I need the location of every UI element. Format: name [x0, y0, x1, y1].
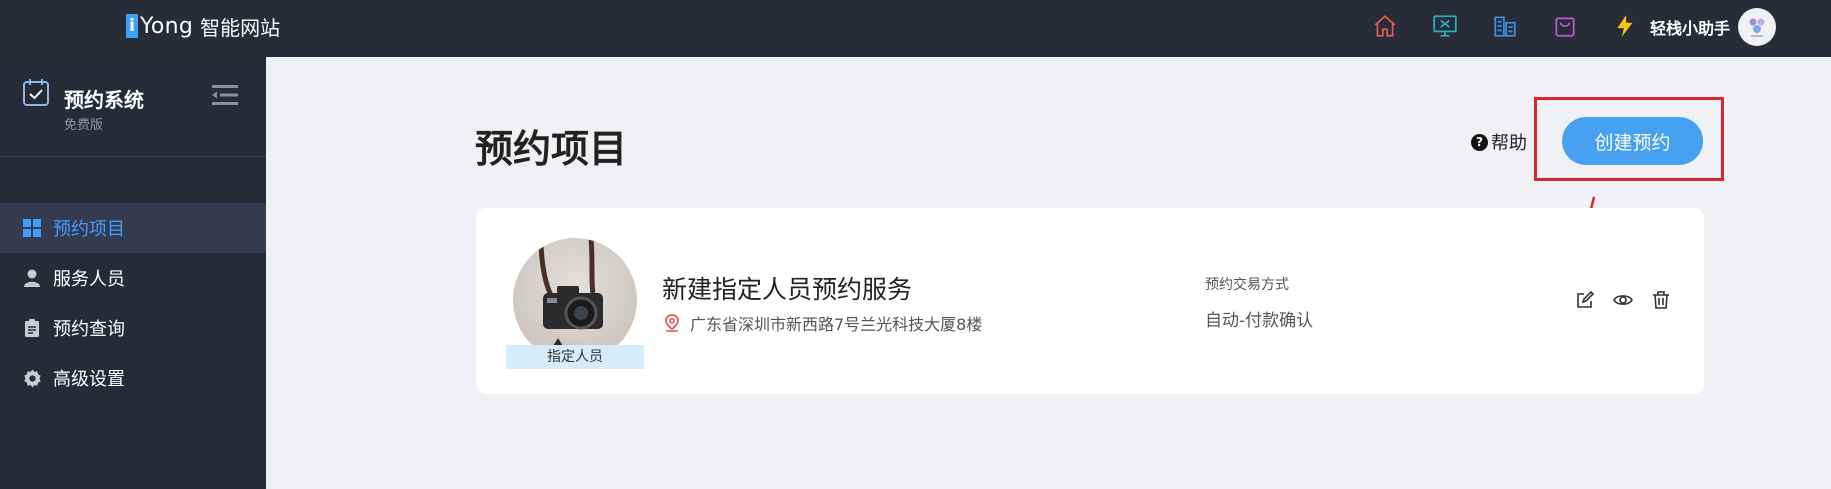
calendar-check-icon — [23, 79, 49, 106]
sidebar: 预约系统 免费版 预约项目 服务人员 预约查询 高级设置 — [0, 57, 266, 489]
card-actions — [1566, 288, 1680, 312]
sidebar-item-service-staff[interactable]: 服务人员 — [0, 253, 266, 303]
top-bar: i Yong 智能网站 轻栈小助手 — [0, 0, 1831, 57]
menu-collapse-icon[interactable] — [212, 84, 238, 106]
avatar[interactable] — [1738, 8, 1777, 46]
trade-method-value: 自动-付款确认 — [1205, 311, 1314, 331]
shopping-bag-icon[interactable] — [1535, 11, 1595, 41]
sidebar-item-advanced-settings[interactable]: 高级设置 — [0, 353, 266, 403]
site-logo[interactable]: i Yong 智能网站 — [126, 12, 280, 40]
avatar-logo-icon — [1749, 18, 1765, 37]
top-nav-icons — [1355, 11, 1655, 41]
sidebar-item-label: 预约项目 — [53, 219, 125, 240]
logo-mark: i — [126, 14, 138, 38]
monitor-icon[interactable] — [1415, 11, 1475, 41]
clipboard-icon — [22, 318, 42, 338]
service-name[interactable]: 新建指定人员预约服务 — [662, 270, 912, 306]
trash-icon[interactable] — [1642, 288, 1680, 312]
sidebar-item-label: 预约查询 — [53, 319, 125, 340]
staff-tag-badge: 指定人员 — [506, 345, 644, 369]
address-text: 广东省深圳市新西路7号兰光科技大厦8楼 — [690, 315, 983, 334]
system-edition: 免费版 — [64, 118, 104, 133]
user-name: 轻栈小助手 — [1650, 19, 1731, 38]
trade-method-label: 预约交易方式 — [1205, 277, 1289, 293]
booking-item-card[interactable]: 指定人员 新建指定人员预约服务 广东省深圳市新西路7号兰光科技大厦8楼 预约交易… — [476, 208, 1704, 394]
gear-icon — [22, 368, 42, 388]
sidebar-item-label: 高级设置 — [53, 369, 125, 390]
question-icon: ? — [1471, 133, 1488, 151]
service-photo — [513, 238, 637, 362]
grid-icon — [22, 218, 42, 238]
eye-icon[interactable] — [1604, 288, 1642, 312]
edit-icon[interactable] — [1566, 288, 1604, 312]
location-pin-icon — [665, 314, 679, 332]
home-icon[interactable] — [1355, 11, 1415, 41]
help-link[interactable]: ? 帮助 — [1471, 129, 1527, 155]
system-title: 预约系统 — [64, 88, 144, 112]
site-name: 智能网站 — [200, 15, 281, 40]
sidebar-nav: 预约项目 服务人员 预约查询 高级设置 — [0, 203, 266, 403]
service-address: 广东省深圳市新西路7号兰光科技大厦8楼 — [664, 311, 982, 335]
create-booking-button[interactable]: 创建预约 — [1562, 117, 1703, 165]
page-title: 预约项目 — [475, 127, 628, 171]
sidebar-item-booking-query[interactable]: 预约查询 — [0, 303, 266, 353]
person-icon — [22, 268, 42, 288]
system-header: 预约系统 免费版 — [0, 57, 266, 157]
logo-brand: Yong — [140, 13, 194, 39]
help-label: 帮助 — [1491, 133, 1527, 154]
building-icon[interactable] — [1475, 11, 1535, 41]
lightning-icon[interactable] — [1595, 11, 1655, 41]
sidebar-item-booking-projects[interactable]: 预约项目 — [0, 203, 266, 253]
user-menu[interactable]: 轻栈小助手 — [1650, 8, 1777, 46]
sidebar-item-label: 服务人员 — [53, 269, 125, 290]
